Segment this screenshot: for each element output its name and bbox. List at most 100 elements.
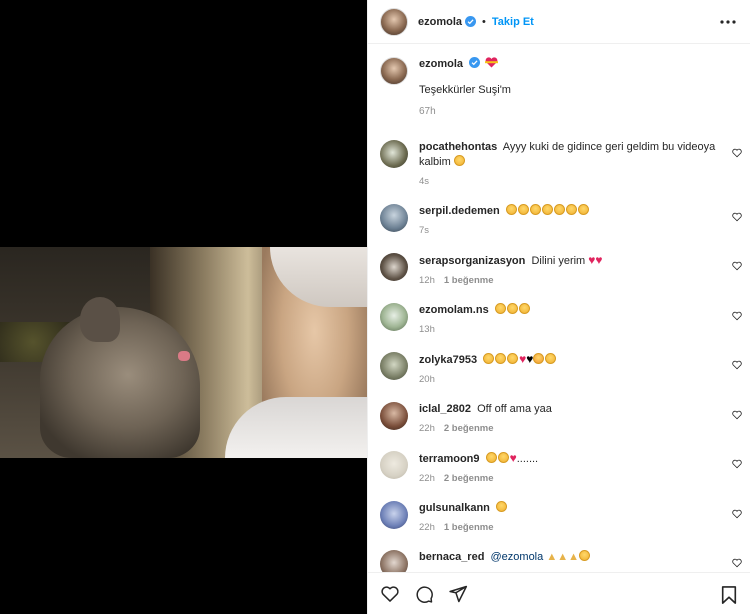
comment: terramoon9 ♥....... 22h 2 beğenme	[368, 451, 750, 484]
heart-outline-icon[interactable]	[380, 584, 400, 604]
comment-username[interactable]: zolyka7953	[419, 354, 477, 366]
heart-outline-icon[interactable]	[732, 410, 742, 420]
heart-eyes-emoji	[533, 353, 545, 364]
comment-avatar[interactable]	[380, 204, 408, 232]
red-heart-emoji: ♥	[509, 451, 517, 465]
sad-face-emoji	[578, 550, 590, 561]
heart-outline-icon[interactable]	[732, 509, 742, 519]
caption-text: Teşekkürler Suşi'm	[419, 84, 511, 96]
comment-avatar[interactable]	[380, 402, 408, 430]
sad-face-emoji	[505, 204, 517, 215]
comment-avatar[interactable]	[380, 253, 408, 281]
comment: serapsorganizasyon Dilini yerim ♥♥ 12h 1…	[368, 253, 750, 286]
comment: pocathehontas Ayyy kuki de gidince geri …	[368, 140, 750, 187]
dog-ear	[80, 297, 120, 342]
sad-face-emoji	[577, 204, 589, 215]
folded-hands-emoji: ▲	[568, 551, 579, 563]
comments-list[interactable]: ezomola Teşekkürler Suşi'm 67h pocatheho…	[368, 45, 750, 572]
sad-face-emoji	[545, 353, 557, 364]
comment-text: Dilini yerim	[531, 255, 586, 267]
caption-time[interactable]: 67h	[419, 106, 436, 117]
comment-time[interactable]: 20h	[419, 374, 435, 385]
heart-outline-icon[interactable]	[732, 261, 742, 271]
comment: bernaca_red @ezomola ▲▲▲	[368, 550, 750, 572]
comment-username[interactable]: terramoon9	[419, 453, 480, 465]
comment-username[interactable]: serapsorganizasyon	[419, 255, 525, 267]
heart-outline-icon[interactable]	[732, 212, 742, 222]
comment-text: Off off ama yaa	[477, 403, 552, 415]
caption-username[interactable]: ezomola	[419, 58, 463, 70]
sad-face-emoji	[553, 204, 565, 215]
comment-username[interactable]: pocathehontas	[419, 141, 497, 153]
comment-likes[interactable]: 1 beğenme	[444, 522, 494, 533]
post-side-panel: ezomola • Takip Et ezomola Teşekkürler S…	[367, 0, 750, 614]
sad-face-emoji	[541, 204, 553, 215]
comment-avatar[interactable]	[380, 352, 408, 380]
comment-text: .......	[516, 453, 539, 465]
action-bar	[368, 572, 750, 614]
author-avatar[interactable]	[380, 7, 408, 36]
comment-likes[interactable]: 1 beğenme	[444, 275, 494, 286]
comment-username[interactable]: gulsunalkann	[419, 502, 490, 514]
heart-outline-icon[interactable]	[732, 148, 742, 158]
sad-face-emoji	[565, 204, 577, 215]
sad-face-emoji	[507, 353, 519, 364]
comment-username[interactable]: bernaca_red	[419, 551, 484, 563]
more-horizontal-icon[interactable]	[718, 12, 738, 32]
separator-dot: •	[482, 15, 486, 28]
red-heart-emoji: ♥	[595, 253, 603, 267]
heart-outline-icon[interactable]	[732, 459, 742, 469]
heart-outline-icon[interactable]	[732, 360, 742, 370]
comment-time[interactable]: 4s	[419, 176, 429, 187]
folded-hands-emoji: ▲	[546, 551, 558, 563]
sad-face-emoji	[485, 452, 497, 463]
sad-face-emoji	[517, 204, 529, 215]
comment-avatar[interactable]	[380, 501, 408, 529]
comment: serpil.dedemen 7s	[368, 204, 750, 236]
comment-username[interactable]: iclal_2802	[419, 403, 471, 415]
comment-bubble-icon[interactable]	[414, 584, 434, 604]
sad-face-emoji	[518, 303, 530, 314]
dog-tongue	[178, 351, 190, 361]
comment: zolyka7953 ♥♥ 20h	[368, 352, 750, 385]
comment-likes[interactable]: 2 beğenme	[444, 473, 494, 484]
comment-avatar[interactable]	[380, 303, 408, 331]
verified-badge-icon	[469, 57, 481, 68]
comment: ezomolam.ns 13h	[368, 303, 750, 335]
crying-face-emoji	[497, 452, 509, 463]
sad-face-emoji	[495, 353, 507, 364]
bookmark-icon[interactable]	[720, 585, 738, 605]
comment-username[interactable]: serpil.dedemen	[419, 205, 500, 217]
caption: ezomola Teşekkürler Suşi'm 67h	[368, 45, 750, 117]
comment-time[interactable]: 7s	[419, 225, 429, 236]
comment: gulsunalkann 22h 1 beğenme	[368, 501, 750, 533]
comment-avatar[interactable]	[380, 550, 408, 572]
heart-outline-icon[interactable]	[732, 558, 742, 568]
comment-likes[interactable]: 2 beğenme	[444, 423, 494, 434]
comment-time[interactable]: 12h	[419, 275, 435, 286]
comment-avatar[interactable]	[380, 140, 408, 168]
sad-face-emoji	[495, 501, 507, 512]
comment-time[interactable]: 22h	[419, 522, 435, 533]
comment: iclal_2802 Off off ama yaa 22h 2 beğenme	[368, 402, 750, 434]
sad-face-emoji	[506, 303, 518, 314]
small-dog	[40, 307, 200, 458]
sad-face-emoji	[529, 204, 541, 215]
author-username[interactable]: ezomola	[418, 16, 462, 28]
heart-outline-icon[interactable]	[732, 311, 742, 321]
post-media[interactable]	[0, 0, 367, 614]
heart-with-ribbon-icon	[485, 57, 499, 68]
comment-username[interactable]: ezomolam.ns	[419, 304, 489, 316]
paper-plane-icon[interactable]	[448, 584, 468, 604]
comment-time[interactable]: 13h	[419, 324, 435, 335]
sad-face-emoji	[494, 303, 506, 314]
post-video[interactable]	[0, 247, 367, 458]
caption-avatar[interactable]	[380, 57, 408, 85]
folded-hands-emoji: ▲	[557, 551, 569, 563]
follow-button[interactable]: Takip Et	[492, 16, 534, 28]
mention-link[interactable]: @ezomola	[491, 551, 544, 563]
post-header: ezomola • Takip Et	[368, 0, 750, 44]
comment-time[interactable]: 22h	[419, 473, 435, 484]
comment-time[interactable]: 22h	[419, 423, 435, 434]
comment-avatar[interactable]	[380, 451, 408, 479]
